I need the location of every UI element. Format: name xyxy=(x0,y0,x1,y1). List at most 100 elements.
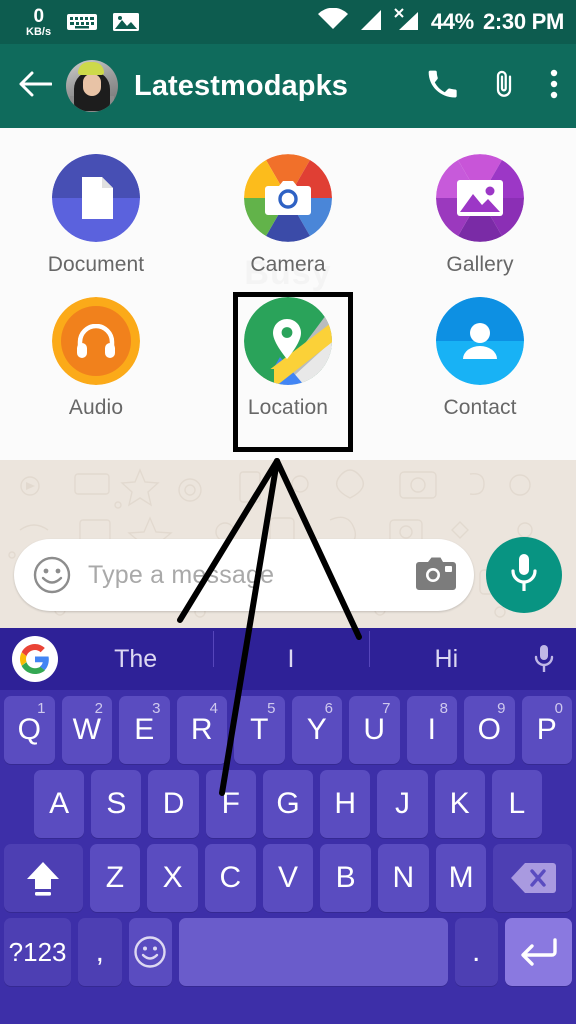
key-comma[interactable]: , xyxy=(78,918,122,986)
key-c[interactable]: C xyxy=(204,844,256,912)
attachment-label: Camera xyxy=(250,253,326,276)
key-label: U xyxy=(363,713,386,746)
key-h[interactable]: H xyxy=(320,770,371,838)
attachment-option-audio[interactable]: Audio xyxy=(0,281,192,424)
key-period[interactable]: . xyxy=(454,918,498,986)
overflow-menu-icon[interactable] xyxy=(550,68,558,105)
key-superscript: 9 xyxy=(497,700,506,717)
key-label: W xyxy=(72,713,101,746)
key-s[interactable]: S xyxy=(91,770,142,838)
key-i[interactable]: 8I xyxy=(406,696,457,764)
key-q[interactable]: 1Q xyxy=(4,696,55,764)
key-label: S xyxy=(106,787,127,820)
key-label: X xyxy=(162,861,183,894)
key-b[interactable]: B xyxy=(320,844,372,912)
suggestion-list: The I Hi xyxy=(58,630,524,674)
status-bar-right: 44% 2:30 PM xyxy=(317,7,564,37)
image-icon xyxy=(113,11,140,33)
key-t[interactable]: 5T xyxy=(234,696,285,764)
key-j[interactable]: J xyxy=(377,770,428,838)
attachment-option-gallery[interactable]: Gallery xyxy=(384,148,576,281)
message-input-placeholder[interactable]: Type a message xyxy=(88,561,408,590)
key-superscript: 8 xyxy=(439,700,448,717)
signal-bars-no-sim-icon xyxy=(392,7,422,37)
gallery-icon xyxy=(436,154,524,242)
key-v[interactable]: V xyxy=(262,844,314,912)
voice-input-icon[interactable] xyxy=(524,643,564,675)
key-o[interactable]: 9O xyxy=(464,696,515,764)
key-superscript: 1 xyxy=(37,700,46,717)
emoji-smiley-icon[interactable] xyxy=(128,918,172,986)
key-superscript: 7 xyxy=(382,700,391,717)
key-superscript: 3 xyxy=(152,700,161,717)
suggestion-item[interactable]: I xyxy=(213,630,368,674)
network-speed-value: 0 xyxy=(33,5,44,27)
shift-caps-lock-icon[interactable] xyxy=(4,844,83,912)
attachment-label: Audio xyxy=(68,396,124,419)
key-label: , xyxy=(95,935,104,968)
page-title[interactable]: Latestmodapks xyxy=(134,70,348,103)
attachment-label: Gallery xyxy=(446,253,514,276)
phone-call-icon[interactable] xyxy=(426,68,458,105)
key-label: T xyxy=(250,713,269,746)
keyboard-icon xyxy=(67,11,98,33)
back-arrow-icon[interactable] xyxy=(18,69,53,103)
camera-icon[interactable] xyxy=(416,557,456,593)
key-d[interactable]: D xyxy=(148,770,199,838)
backspace-delete-icon[interactable] xyxy=(493,844,572,912)
key-label: Y xyxy=(306,713,327,746)
audio-headphones-icon xyxy=(52,297,140,385)
key-w[interactable]: 2W xyxy=(61,696,112,764)
key-e[interactable]: 3E xyxy=(119,696,170,764)
key-label: I xyxy=(427,713,436,746)
suggestion-bar: The I Hi xyxy=(0,628,576,690)
key-superscript: 2 xyxy=(94,700,103,717)
key-label: Z xyxy=(105,861,125,894)
key-a[interactable]: A xyxy=(34,770,85,838)
suggestion-item[interactable]: The xyxy=(58,645,213,674)
keyboard-row-3: Z X C V B N M xyxy=(0,838,576,912)
key-f[interactable]: F xyxy=(205,770,256,838)
attachment-option-document[interactable]: Document xyxy=(0,148,192,281)
network-speed-unit: KB/s xyxy=(26,25,52,38)
key-symbols[interactable]: ?123 xyxy=(4,918,72,986)
suggestion-item[interactable]: Hi xyxy=(368,630,524,674)
key-u[interactable]: 7U xyxy=(349,696,400,764)
key-y[interactable]: 6Y xyxy=(291,696,342,764)
attachment-option-camera[interactable]: Camera xyxy=(192,148,384,281)
key-g[interactable]: G xyxy=(262,770,314,838)
key-z[interactable]: Z xyxy=(89,844,141,912)
paperclip-attach-icon[interactable] xyxy=(488,68,520,105)
google-g-logo[interactable] xyxy=(12,636,58,682)
phone-screen: 0 KB/s 44% 2:30 PM Latestmodapks Busy Do… xyxy=(0,0,576,1024)
key-x[interactable]: X xyxy=(147,844,198,912)
key-label: P xyxy=(536,713,557,746)
enter-return-icon[interactable] xyxy=(504,918,572,986)
key-label: G xyxy=(276,787,300,820)
key-label: N xyxy=(392,861,415,894)
key-n[interactable]: N xyxy=(378,844,429,912)
key-m[interactable]: M xyxy=(435,844,487,912)
contact-person-icon xyxy=(436,297,524,385)
attachment-option-contact[interactable]: Contact xyxy=(384,281,576,424)
key-superscript: 4 xyxy=(209,700,218,717)
key-label: E xyxy=(134,713,155,746)
key-label: Q xyxy=(17,713,41,746)
key-p[interactable]: 0P xyxy=(521,696,572,764)
emoji-smiley-icon[interactable] xyxy=(32,555,72,595)
key-label: J xyxy=(394,787,410,820)
key-k[interactable]: K xyxy=(434,770,485,838)
key-r[interactable]: 4R xyxy=(176,696,227,764)
key-l[interactable]: L xyxy=(491,770,542,838)
key-label: M xyxy=(448,861,474,894)
selection-highlight-box xyxy=(233,292,353,452)
key-label: F xyxy=(221,787,240,820)
voice-record-button[interactable] xyxy=(486,537,562,613)
key-label: . xyxy=(471,935,481,968)
key-label: D xyxy=(162,787,185,820)
key-label: O xyxy=(477,713,501,746)
key-space[interactable] xyxy=(178,918,448,986)
avatar[interactable] xyxy=(66,60,118,112)
message-input-bar[interactable]: Type a message xyxy=(14,539,474,611)
network-speed-indicator: 0 KB/s xyxy=(26,7,51,38)
